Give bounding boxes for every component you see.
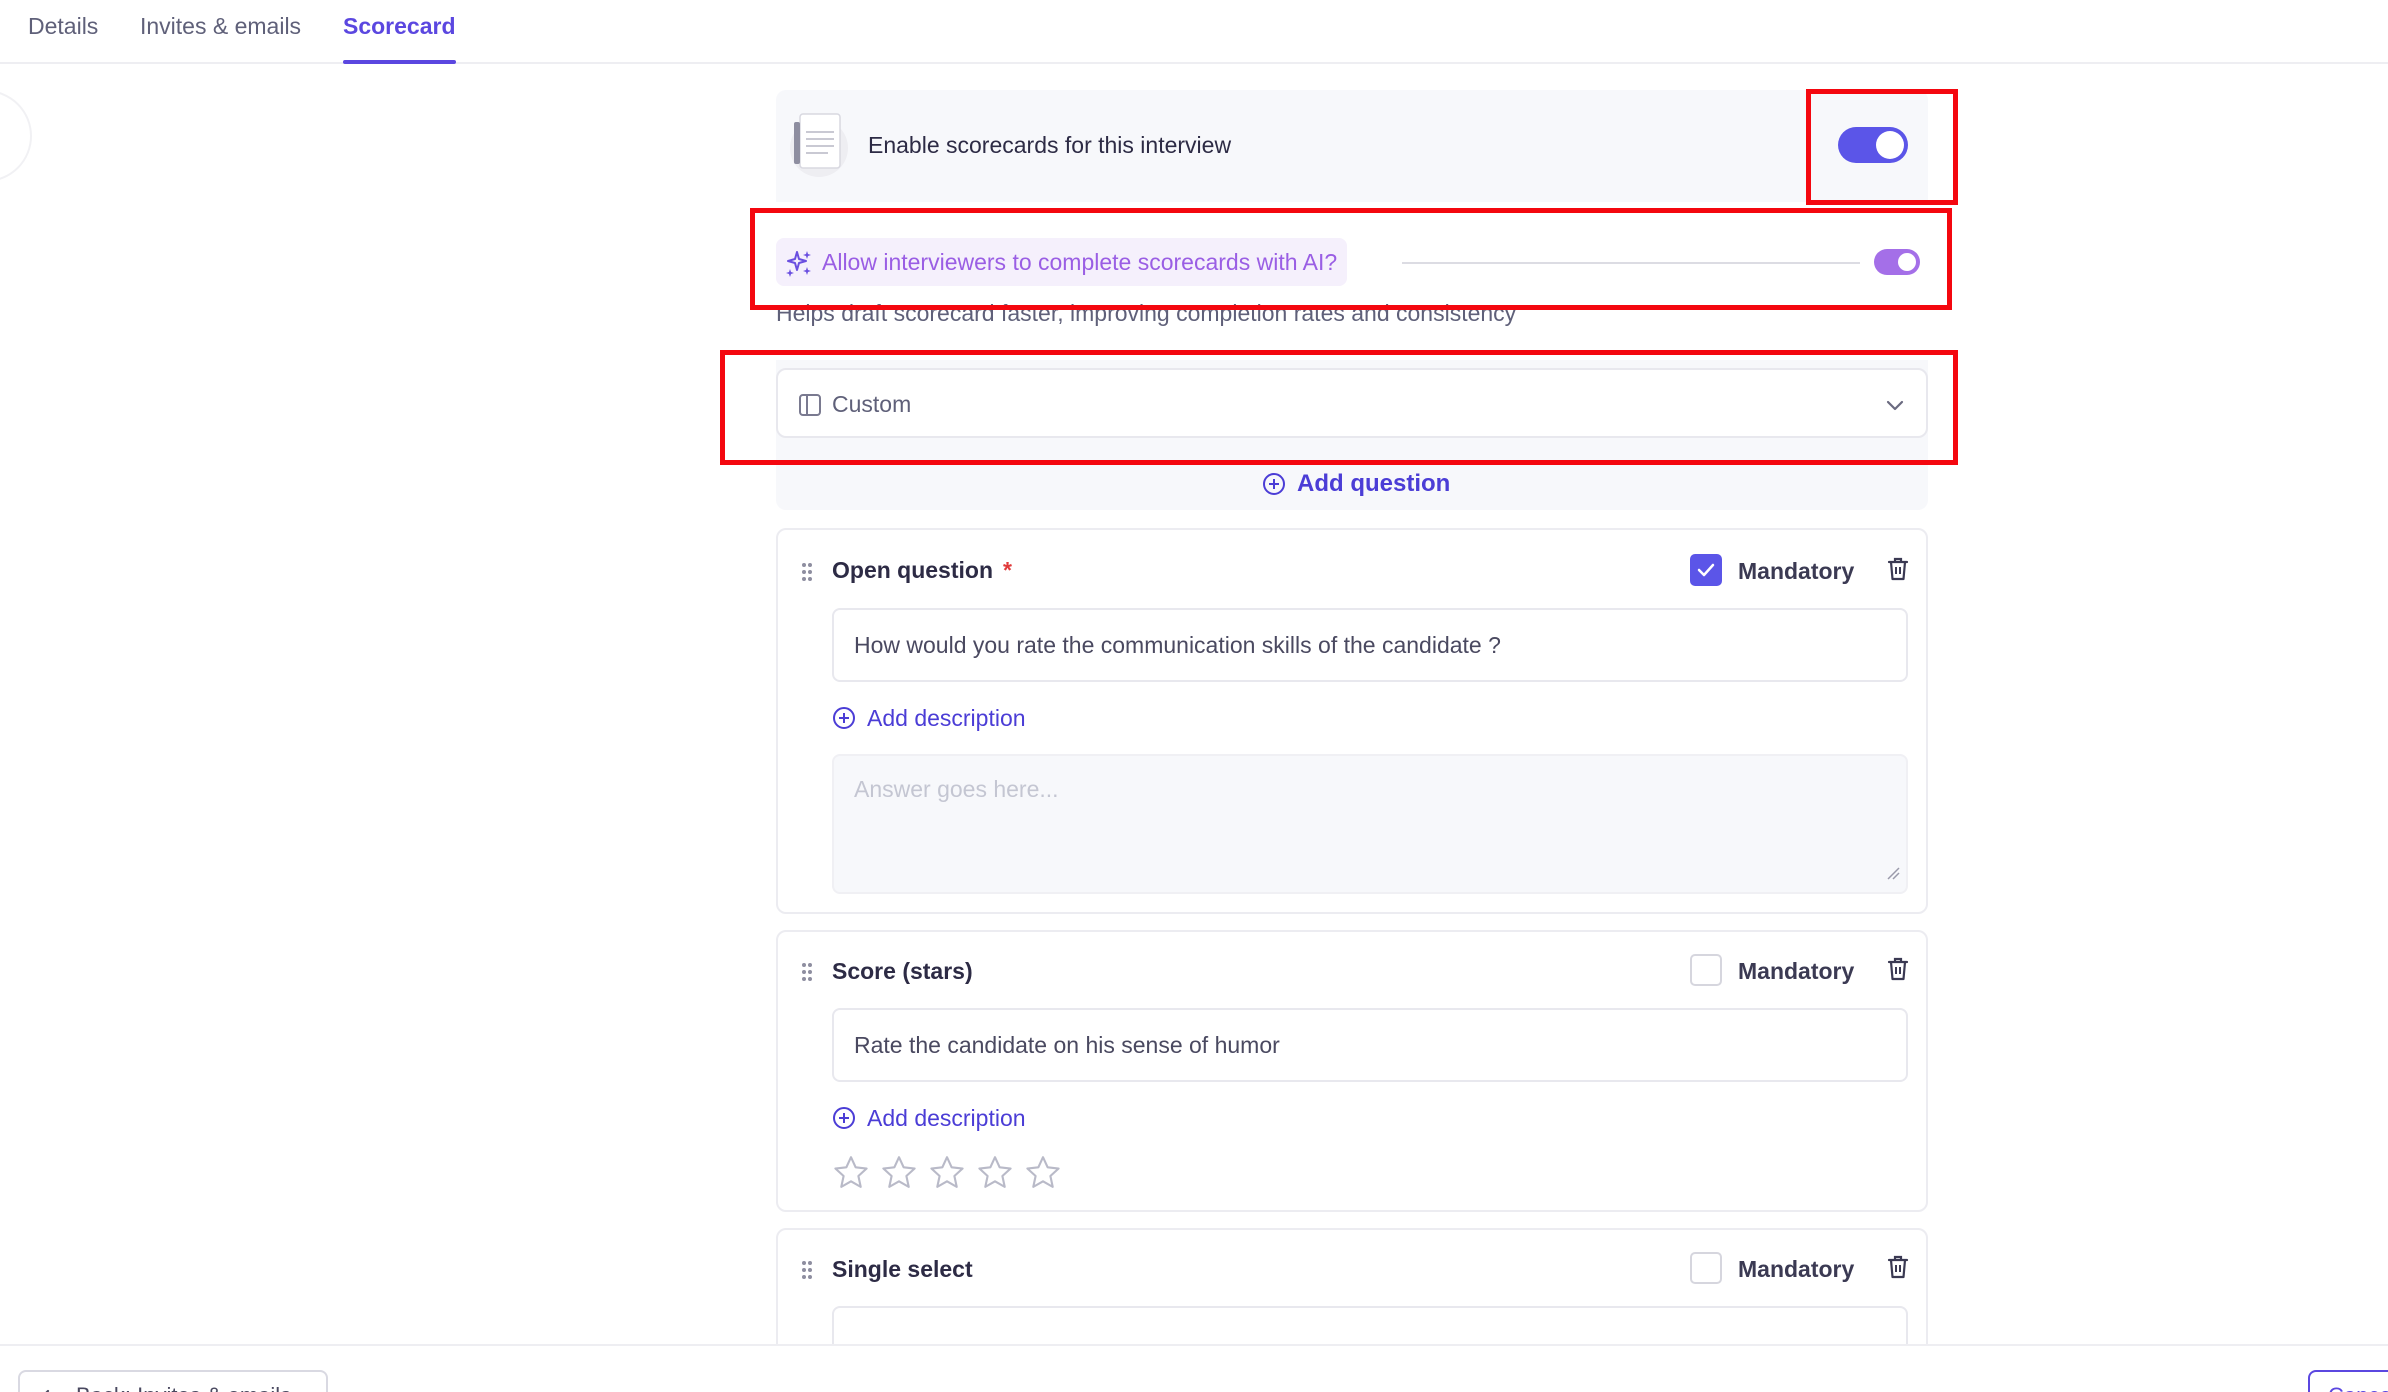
- question-title-text: Open question: [832, 557, 993, 583]
- add-description-button[interactable]: Add description: [832, 703, 1026, 733]
- mandatory-label: Mandatory: [1738, 1256, 1855, 1282]
- back-button[interactable]: Back: Invites & emails: [18, 1370, 328, 1392]
- trash-icon[interactable]: [1886, 956, 1910, 987]
- question-header: Open question * Mandatory: [778, 530, 1926, 590]
- mandatory-checkbox[interactable]: [1690, 954, 1722, 986]
- enable-scorecard-card: Enable scorecards for this interview: [776, 90, 1928, 202]
- add-question-label: Add question: [1297, 470, 1451, 497]
- star-rating: [832, 1154, 1072, 1195]
- tab-invites-emails[interactable]: Invites & emails: [140, 12, 301, 64]
- add-description-label: Add description: [867, 705, 1026, 731]
- question-header: Single select Mandatory: [778, 1230, 1926, 1290]
- question-header: Score (stars) Mandatory: [778, 932, 1926, 992]
- star-icon[interactable]: [1024, 1154, 1062, 1195]
- star-icon[interactable]: [832, 1154, 870, 1195]
- document-icon: [790, 110, 848, 178]
- mandatory-label: Mandatory: [1738, 558, 1855, 584]
- question-title: Score (stars): [832, 958, 973, 984]
- resize-grip-icon[interactable]: [1884, 859, 1900, 886]
- drag-handle-icon[interactable]: [800, 1260, 814, 1285]
- highlight-box: [720, 350, 1958, 465]
- question-title: Single select: [832, 1256, 973, 1282]
- answer-textarea[interactable]: Answer goes here...: [832, 754, 1908, 894]
- add-description-button[interactable]: Add description: [832, 1103, 1026, 1133]
- back-button-label: Back: Invites & emails: [76, 1383, 291, 1392]
- enable-scorecard-label: Enable scorecards for this interview: [868, 132, 1232, 158]
- drag-handle-icon[interactable]: [800, 562, 814, 587]
- question-text-input[interactable]: Rate the candidate on his sense of humor: [832, 1008, 1908, 1082]
- drag-handle-icon[interactable]: [800, 962, 814, 987]
- add-description-label: Add description: [867, 1105, 1026, 1131]
- cancel-button[interactable]: Cancel: [2308, 1370, 2388, 1392]
- trash-icon[interactable]: [1886, 556, 1910, 587]
- footer-bar: Back: Invites & emails Cancel: [0, 1344, 2388, 1392]
- answer-placeholder: Answer goes here...: [854, 776, 1059, 802]
- mandatory-label: Mandatory: [1738, 958, 1855, 984]
- question-card-open: Open question * Mandatory How would you …: [776, 528, 1928, 914]
- add-question-button[interactable]: Add question: [1262, 469, 1450, 499]
- mandatory-checkbox[interactable]: [1690, 554, 1722, 586]
- question-card-stars: Score (stars) Mandatory Rate the candida…: [776, 930, 1928, 1212]
- scorecard-page: Details Invites & emails Scorecard Enabl…: [0, 0, 2388, 1392]
- mandatory-checkbox[interactable]: [1690, 1252, 1722, 1284]
- star-icon[interactable]: [928, 1154, 966, 1195]
- tab-details[interactable]: Details: [28, 12, 98, 64]
- tab-bar: Details Invites & emails Scorecard: [0, 0, 2388, 64]
- trash-icon[interactable]: [1886, 1254, 1910, 1285]
- required-mark: *: [1003, 557, 1012, 583]
- tab-scorecard[interactable]: Scorecard: [343, 12, 456, 64]
- question-title: Open question *: [832, 557, 1012, 584]
- side-decoration: [0, 90, 32, 182]
- highlight-box: [750, 208, 1952, 310]
- highlight-box: [1806, 89, 1958, 205]
- question-text-input[interactable]: How would you rate the communication ski…: [832, 608, 1908, 682]
- star-icon[interactable]: [976, 1154, 1014, 1195]
- star-icon[interactable]: [880, 1154, 918, 1195]
